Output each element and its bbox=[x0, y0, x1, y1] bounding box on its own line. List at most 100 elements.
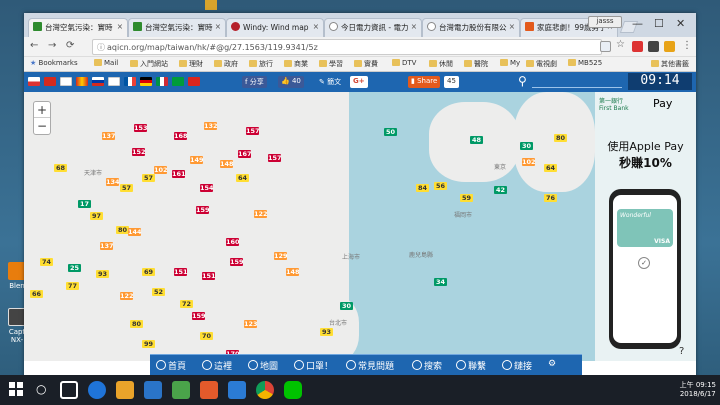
aqi-marker[interactable]: 69 bbox=[142, 268, 155, 276]
aqi-marker[interactable]: 137 bbox=[100, 242, 114, 250]
back-icon[interactable]: ← bbox=[30, 40, 38, 51]
bookmark-item[interactable]: 商業 bbox=[284, 59, 308, 69]
search-icon[interactable]: ⚲ bbox=[518, 74, 527, 88]
close-icon[interactable]: × bbox=[313, 22, 319, 31]
aqi-marker[interactable]: 102 bbox=[154, 166, 168, 174]
aqi-marker[interactable]: 154 bbox=[200, 184, 214, 192]
aqi-marker[interactable]: 93 bbox=[320, 328, 333, 336]
tab-windy[interactable]: Windy: Wind map × bbox=[226, 18, 324, 37]
aqi-marker[interactable]: 64 bbox=[236, 174, 249, 182]
tab-taipower[interactable]: 台灣電力股份有限公 × bbox=[422, 18, 520, 37]
aqi-marker[interactable]: 159 bbox=[230, 258, 244, 266]
bookmark-item[interactable]: 旅行 bbox=[249, 59, 273, 69]
tab-power-info[interactable]: 今日電力資訊 - 電力 × bbox=[324, 18, 422, 37]
bookmark-item[interactable]: 休閒 bbox=[429, 59, 453, 69]
flag-icon[interactable] bbox=[28, 77, 40, 86]
close-icon[interactable]: × bbox=[509, 22, 515, 31]
nav-here[interactable]: 這裡 bbox=[202, 359, 232, 372]
gplus-button[interactable]: G+ bbox=[350, 76, 368, 88]
aqi-marker[interactable]: 132 bbox=[204, 122, 218, 130]
aqi-marker[interactable]: 80 bbox=[130, 320, 143, 328]
maximize-icon[interactable]: ☐ bbox=[654, 17, 664, 30]
aqi-marker[interactable]: 167 bbox=[238, 150, 252, 158]
desktop-folder-icon[interactable] bbox=[205, 0, 217, 10]
aqi-marker[interactable]: 70 bbox=[200, 332, 213, 340]
bookmark-item[interactable]: 理財 bbox=[179, 59, 203, 69]
bookmark-item[interactable]: DTV bbox=[392, 59, 416, 67]
flag-icon[interactable] bbox=[140, 77, 152, 86]
nav-home[interactable]: 首頁 bbox=[156, 359, 186, 372]
zoom-in-button[interactable]: + bbox=[34, 102, 50, 118]
flag-icon[interactable] bbox=[44, 77, 56, 86]
aqi-marker[interactable]: 74 bbox=[40, 258, 53, 266]
aqi-marker[interactable]: 148 bbox=[220, 160, 234, 168]
aqi-marker[interactable]: 68 bbox=[54, 164, 67, 172]
aqi-marker[interactable]: 102 bbox=[522, 158, 536, 166]
aqi-map[interactable]: + − 天津市 東京 福岡市 鹿兒島縣 上海市 台北市 137 153 168 132… bbox=[24, 92, 595, 361]
aqi-marker[interactable]: 149 bbox=[190, 156, 204, 164]
minimize-icon[interactable]: — bbox=[632, 17, 643, 30]
translate-icon[interactable] bbox=[600, 41, 611, 52]
aqi-marker[interactable]: 152 bbox=[132, 148, 146, 156]
system-clock[interactable]: 上午 09:15 2018/6/17 bbox=[680, 381, 716, 399]
nav-search[interactable]: 搜索 bbox=[412, 359, 442, 372]
extension-icon[interactable] bbox=[648, 41, 659, 52]
aqi-marker[interactable]: 168 bbox=[174, 132, 188, 140]
aqi-marker[interactable]: 137 bbox=[102, 132, 116, 140]
aqi-marker[interactable]: 30 bbox=[340, 302, 353, 310]
share-button[interactable]: ▮ Share bbox=[408, 76, 441, 88]
bookmark-item[interactable]: 實費 bbox=[354, 59, 378, 69]
other-bookmarks[interactable]: 其他書籤 bbox=[651, 59, 689, 69]
aqi-marker[interactable]: 159 bbox=[192, 312, 206, 320]
flag-icon[interactable] bbox=[76, 77, 88, 86]
like-button[interactable]: 👍 40 bbox=[278, 76, 304, 88]
user-profile-button[interactable]: jasss bbox=[588, 16, 622, 28]
bookmark-item[interactable]: Mail bbox=[94, 59, 118, 67]
aqi-marker[interactable]: 122 bbox=[254, 210, 268, 218]
aqi-marker[interactable]: 80 bbox=[554, 134, 567, 142]
app-icon[interactable] bbox=[228, 381, 246, 399]
search-icon[interactable]: ○ bbox=[36, 382, 46, 396]
bookmark-item[interactable]: 電視劇 bbox=[526, 59, 557, 69]
bookmark-item[interactable]: MB525 bbox=[568, 59, 602, 67]
settings-gear-icon[interactable]: ⚙ bbox=[548, 359, 556, 369]
address-bar[interactable]: ⓘ aqicn.org/map/taiwan/hk/#@g/27.1563/11… bbox=[92, 39, 602, 55]
bookmark-star-icon[interactable]: ☆ bbox=[616, 39, 625, 50]
flag-icon[interactable] bbox=[172, 77, 184, 86]
aqi-marker[interactable]: 48 bbox=[470, 136, 483, 144]
aqi-marker[interactable]: 56 bbox=[434, 182, 447, 190]
aqi-marker[interactable]: 157 bbox=[268, 154, 282, 162]
aqi-marker[interactable]: 42 bbox=[494, 186, 507, 194]
close-icon[interactable]: × bbox=[117, 22, 123, 31]
aqi-marker[interactable]: 57 bbox=[120, 184, 133, 192]
bookmark-item[interactable]: 入門網站 bbox=[130, 59, 168, 69]
windows-start-icon[interactable] bbox=[8, 381, 26, 399]
bookmark-item[interactable]: My bbox=[500, 59, 520, 67]
chinese-toggle[interactable]: ✎ 簡文 bbox=[316, 76, 345, 88]
tab-aqicn-1[interactable]: 台灣空氣污染：實時 × bbox=[28, 18, 128, 37]
nav-map[interactable]: 地圖 bbox=[248, 359, 278, 372]
aqi-marker[interactable]: 72 bbox=[180, 300, 193, 308]
nav-mask[interactable]: 口罩！ bbox=[294, 359, 333, 372]
aqi-marker[interactable]: 76 bbox=[544, 194, 557, 202]
aqi-marker[interactable]: 97 bbox=[90, 212, 103, 220]
aqi-marker[interactable]: 52 bbox=[152, 288, 165, 296]
bookmark-item[interactable]: ★ Bookmarks bbox=[30, 59, 78, 67]
window-close-icon[interactable]: ✕ bbox=[676, 17, 685, 30]
aqi-marker[interactable]: 25 bbox=[68, 264, 81, 272]
aqi-marker[interactable]: 99 bbox=[142, 340, 155, 348]
nav-links[interactable]: 鏈接 bbox=[502, 359, 532, 372]
aqi-marker[interactable]: 30 bbox=[520, 142, 533, 150]
chrome-icon[interactable] bbox=[256, 381, 274, 399]
aqi-marker[interactable]: 159 bbox=[196, 206, 210, 214]
aqi-marker[interactable]: 144 bbox=[128, 228, 142, 236]
aqi-marker[interactable]: 77 bbox=[66, 282, 79, 290]
aqi-marker[interactable]: 157 bbox=[246, 127, 260, 135]
task-view-icon[interactable] bbox=[60, 381, 78, 399]
aqi-marker[interactable]: 17 bbox=[78, 200, 91, 208]
flag-icon[interactable] bbox=[188, 77, 200, 86]
file-explorer-icon[interactable] bbox=[116, 381, 134, 399]
store-icon[interactable] bbox=[144, 381, 162, 399]
extension-icon[interactable] bbox=[632, 41, 643, 52]
aqi-marker[interactable]: 129 bbox=[274, 252, 288, 260]
